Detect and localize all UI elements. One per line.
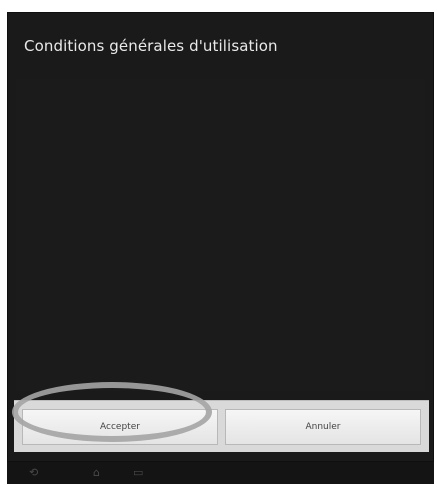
terms-dialog: Conditions générales d'utilisation Accep… (7, 12, 434, 462)
home-icon[interactable]: ⌂ (93, 466, 100, 480)
cancel-button[interactable]: Annuler (225, 409, 421, 445)
system-nav-bar: ⟲ ⌂ ▭ (7, 462, 434, 484)
back-icon[interactable]: ⟲ (29, 466, 38, 480)
terms-content-area[interactable] (16, 79, 425, 391)
recent-apps-icon[interactable]: ▭ (133, 466, 143, 480)
dialog-button-bar: Accepter Annuler (14, 400, 429, 452)
dialog-title: Conditions générales d'utilisation (24, 37, 278, 55)
accept-button[interactable]: Accepter (22, 409, 218, 445)
screen: Conditions générales d'utilisation Accep… (0, 0, 437, 490)
